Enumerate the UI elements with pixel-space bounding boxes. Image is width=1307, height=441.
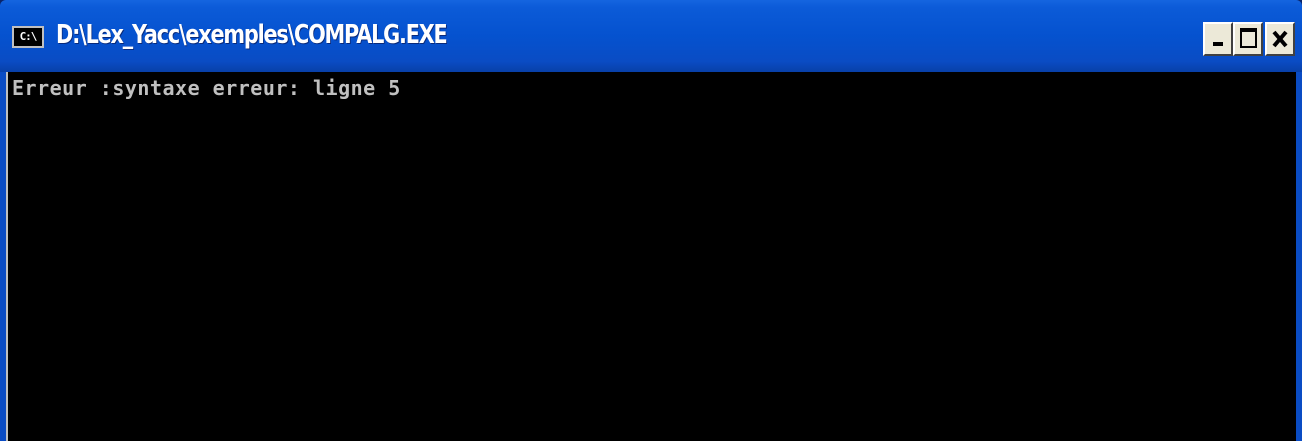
window-title: D:\Lex_Yacc\exemples\COMPALG.EXE: [56, 20, 448, 50]
close-button[interactable]: [1265, 22, 1295, 56]
maximize-icon: [1240, 28, 1257, 48]
cmd-app-icon[interactable]: C:\: [12, 26, 44, 48]
window-right-border: [1296, 72, 1302, 441]
maximize-button[interactable]: [1233, 22, 1263, 56]
close-icon: [1272, 30, 1288, 48]
console-output-area[interactable]: Erreur :syntaxe erreur: ligne 5: [6, 72, 1296, 441]
title-bar[interactable]: C:\ D:\Lex_Yacc\exemples\COMPALG.EXE: [0, 0, 1302, 72]
console-line: Erreur :syntaxe erreur: ligne 5: [12, 76, 401, 100]
minimize-button[interactable]: [1203, 22, 1233, 56]
console-window: C:\ D:\Lex_Yacc\exemples\COMPALG.EXE Err…: [0, 0, 1302, 441]
minimize-icon: [1213, 42, 1223, 46]
